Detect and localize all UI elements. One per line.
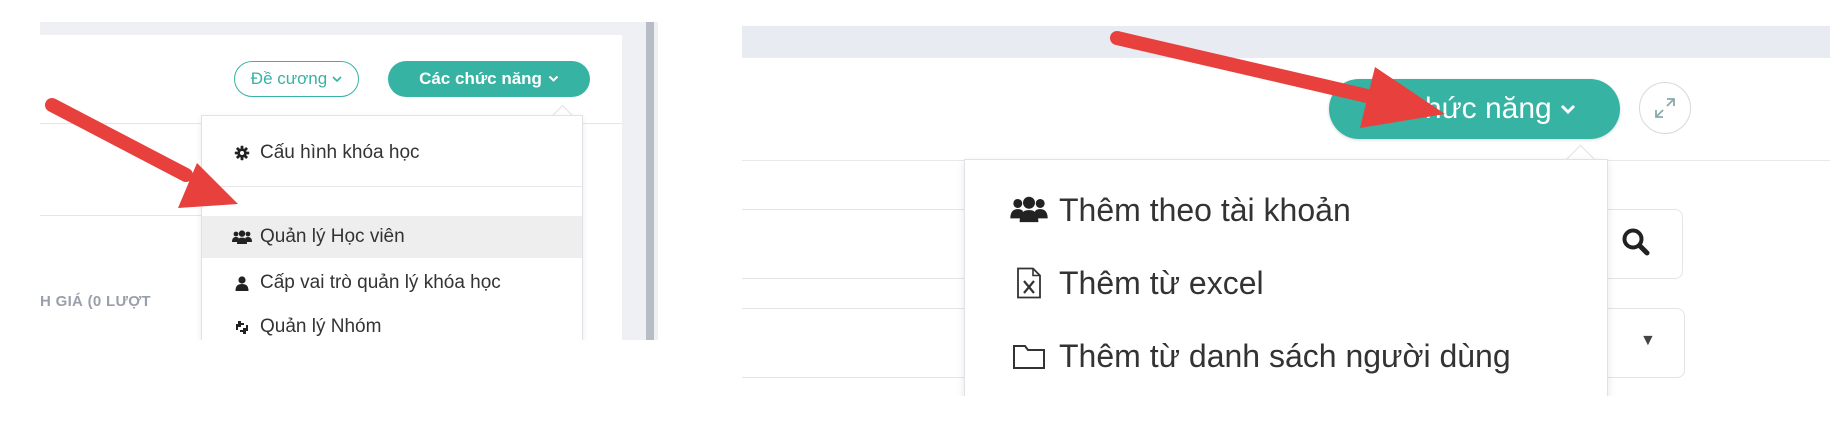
outline-dropdown-button[interactable]: Đề cương [234, 61, 359, 97]
menu-item-label: Quản lý Nhóm [260, 316, 382, 337]
outline-button-label: Đề cương [250, 69, 328, 88]
chevron-down-icon [1560, 104, 1575, 114]
functions-dropdown-button[interactable]: Chức năng [1329, 79, 1620, 139]
plus-icon [1375, 100, 1394, 118]
menu-item-label: Thêm từ danh sách người dùng [1059, 337, 1511, 374]
search-icon[interactable] [1612, 218, 1660, 266]
group-exchange-icon [232, 320, 252, 335]
rating-section-label: H GIÁ (0 LƯỢT [40, 293, 151, 310]
menu-item-assign-manager-role[interactable]: Cấp vai trò quản lý khóa học [202, 262, 582, 304]
gear-icon [232, 145, 252, 161]
folder-icon [1009, 342, 1049, 370]
menu-item-label: Quản lý Học viên [260, 226, 405, 247]
menu-item-add-from-user-list[interactable]: Thêm từ danh sách người dùng [965, 326, 1607, 386]
top-bar [742, 26, 1830, 58]
functions-dropdown-menu: Cấu hình khóa học Quản lý Học viên Cấp v… [201, 115, 583, 340]
users-icon [1009, 196, 1049, 224]
chevron-down-icon [332, 75, 342, 82]
chevron-down-icon [548, 75, 559, 82]
menu-item-add-by-account[interactable]: Thêm theo tài khoản [965, 180, 1607, 240]
left-screenshot-panel: Đề cương Các chức năng H GIÁ (0 LƯỢT Cấu… [40, 22, 658, 340]
expand-icon [1655, 98, 1675, 118]
select-caret-icon: ▼ [1640, 332, 1656, 349]
course-header-card: Đề cương Các chức năng H GIÁ (0 LƯỢT Cấu… [40, 35, 622, 340]
content-divider [40, 215, 220, 216]
panel-scrollbar[interactable] [646, 22, 654, 340]
expand-button[interactable] [1639, 82, 1691, 134]
functions-dropdown-button[interactable]: Các chức năng [388, 61, 590, 97]
menu-item-label: Thêm từ excel [1059, 264, 1264, 301]
functions-button-label: Các chức năng [419, 69, 542, 88]
menu-item-manage-students[interactable]: Quản lý Học viên [202, 216, 582, 258]
functions-dropdown-menu: Thêm theo tài khoản Thêm từ excel Thêm t… [964, 159, 1608, 396]
menu-item-label: Cấu hình khóa học [260, 142, 420, 163]
right-screenshot-panel: ▼ Chức năng Thêm theo tài khoản Thêm từ … [742, 26, 1830, 396]
menu-item-label: Thêm theo tài khoản [1059, 191, 1351, 228]
user-icon [232, 275, 252, 291]
menu-item-add-from-excel[interactable]: Thêm từ excel [965, 253, 1607, 313]
menu-divider [202, 186, 582, 187]
menu-item-course-config[interactable]: Cấu hình khóa học [202, 132, 582, 174]
functions-button-label: Chức năng [1403, 92, 1552, 125]
menu-item-manage-groups[interactable]: Quản lý Nhóm [202, 306, 582, 340]
users-icon [232, 229, 252, 245]
menu-item-label: Cấp vai trò quản lý khóa học [260, 272, 501, 293]
excel-file-icon [1009, 267, 1049, 299]
